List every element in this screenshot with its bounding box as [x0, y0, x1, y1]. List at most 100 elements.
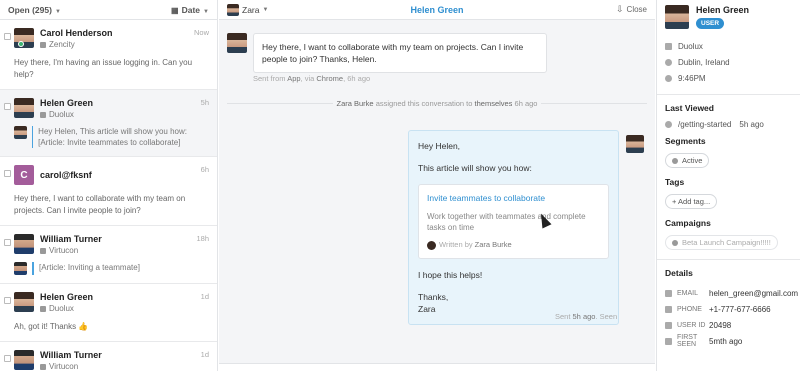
select-checkbox[interactable]	[4, 103, 11, 110]
globe-icon	[665, 121, 672, 128]
conversation-thread: Zara ▼ Helen Green ⇩ Close Hey there, I …	[219, 0, 655, 371]
detail-first-seen: 5mth ago	[709, 336, 743, 346]
conversation-name: Helen Green	[40, 292, 94, 302]
reply-meta-status: . Seen	[595, 312, 618, 321]
conversation-header: Zara ▼ Helen Green ⇩ Close	[219, 0, 655, 20]
detail-email[interactable]: helen_green@gmail.com	[709, 289, 798, 298]
incoming-message: Hey there, I want to collaborate with my…	[227, 33, 547, 73]
profile-name[interactable]: Helen Green	[696, 5, 749, 15]
profile-avatar	[665, 5, 689, 29]
select-checkbox[interactable]	[4, 239, 11, 246]
incoming-message-meta: Sent from App, via Chrome, 6h ago	[253, 74, 370, 83]
conversation-preview: Hey there, I'm having an issue logging i…	[14, 58, 193, 79]
email-icon	[665, 289, 672, 297]
segment-label: Active	[682, 156, 703, 165]
assignee-name: Zara	[242, 4, 260, 15]
campaign-label: Beta Launch Campaign!!!!!	[682, 238, 771, 247]
assignee-dropdown[interactable]: Zara ▼	[227, 3, 269, 16]
detail-label: EMAIL	[677, 289, 699, 297]
select-checkbox[interactable]	[4, 33, 11, 40]
article-card[interactable]: Invite teammates to collaborate Work tog…	[418, 184, 609, 259]
conversation-company: Virtucon	[49, 246, 79, 255]
building-icon	[40, 111, 46, 118]
calendar-icon: ▦	[171, 5, 179, 15]
detail-phone[interactable]: +1-777-677-6666	[709, 305, 771, 314]
detail-user-id: 20498	[709, 320, 732, 330]
conversation-time: 5h	[200, 98, 209, 107]
conversation-preview: Hey there, I want to collaborate with my…	[14, 194, 186, 215]
article-author: Written by Zara Burke	[427, 239, 600, 251]
phone-icon	[665, 305, 672, 313]
avatar	[14, 28, 34, 48]
assignment-action: assigned this conversation to	[373, 99, 475, 108]
details-heading: Details	[665, 268, 693, 278]
segment-pill[interactable]: Active	[665, 153, 710, 168]
conversation-item[interactable]: Carol Henderson Zencity Now Hey there, I…	[0, 20, 217, 90]
quote-text: [Article: Inviting a teammate]	[39, 263, 140, 272]
chevron-down-icon: ▼	[54, 8, 61, 15]
status-filter[interactable]: Open (295) ▼	[8, 5, 61, 15]
avatar	[14, 234, 34, 254]
reply-greeting: Hey Helen,	[418, 141, 461, 151]
select-checkbox[interactable]	[4, 297, 11, 304]
chevron-down-icon: ▼	[262, 6, 269, 13]
conversation-name: William Turner	[40, 350, 102, 360]
quote-text: Hey Helen, This article will show you ho…	[38, 127, 187, 147]
conversation-item[interactable]: William Turner Virtucon 1d	[0, 342, 217, 371]
conversation-time: 1d	[200, 292, 209, 301]
detail-label: USER ID	[677, 321, 706, 329]
conversation-list: Open (295) ▼ ▦ Date ▼ Carol Henderson Zenci…	[0, 0, 218, 371]
conversation-item[interactable]: Helen Green Duolux 1d Ah, got it! Thanks…	[0, 284, 217, 342]
reply-message: Hey Helen, This article will show you ho…	[408, 130, 619, 325]
reply-closing: I hope this helps!	[418, 270, 483, 280]
last-viewed-heading: Last Viewed	[665, 103, 714, 113]
reply-quote: [Article: Inviting a teammate]	[14, 262, 209, 275]
conversation-company: Virtucon	[49, 362, 79, 371]
building-icon	[40, 363, 46, 370]
campaign-icon	[672, 239, 678, 246]
assignment-target: themselves	[474, 99, 513, 108]
add-tag-button[interactable]: + Add tag...	[665, 194, 718, 209]
avatar	[14, 292, 34, 312]
last-viewed-page: /getting-started	[678, 120, 732, 129]
conversation-item-selected[interactable]: Helen Green Duolux 5h Hey Helen, This ar…	[0, 90, 217, 157]
assignee-avatar	[227, 3, 239, 16]
conversation-time: Now	[193, 28, 209, 37]
last-viewed-time: 5h ago	[739, 120, 764, 129]
select-checkbox[interactable]	[4, 170, 11, 177]
divider	[657, 259, 800, 260]
location-icon	[665, 58, 672, 66]
article-title-link[interactable]: Invite teammates to collaborate	[427, 192, 600, 204]
segment-icon	[672, 157, 678, 164]
campaign-pill[interactable]: Beta Launch Campaign!!!!!	[665, 235, 778, 250]
meta-app: App	[287, 74, 301, 83]
conversation-time: 18h	[196, 234, 209, 243]
assignment-time: 6h ago	[512, 99, 538, 108]
online-indicator	[18, 41, 24, 47]
reply-meta: Sent 5h ago. Seen	[555, 312, 617, 321]
chevron-down-icon: ▼	[203, 8, 209, 15]
author-prefix: Written by	[439, 240, 473, 249]
status-filter-label: Open (295)	[8, 4, 52, 15]
close-conversation-button[interactable]: ⇩ Close	[616, 4, 647, 15]
conversation-name: Carol Henderson	[40, 28, 113, 38]
conversation-item[interactable]: William Turner Virtucon 18h [Article: In…	[0, 226, 217, 284]
reply-quote: Hey Helen, This article will show you ho…	[14, 126, 209, 148]
profile-location: Dublin, Ireland	[678, 57, 730, 67]
tags-heading: Tags	[665, 177, 685, 187]
profile-company[interactable]: Duolux	[678, 42, 703, 51]
conversation-item[interactable]: C carol@fksnf 6h Hey there, I want to co…	[0, 157, 217, 226]
assignment-event: Zara Burke assigned this conversation to…	[219, 99, 655, 108]
meta-browser: Chrome	[316, 74, 344, 83]
select-checkbox[interactable]	[4, 355, 11, 362]
avatar-initial: C	[20, 169, 28, 181]
reply-composer[interactable]	[219, 363, 655, 371]
calendar-icon	[665, 337, 672, 345]
avatar: C	[14, 165, 34, 185]
sort-dropdown[interactable]: ▦ Date ▼	[171, 5, 209, 15]
avatar	[14, 98, 34, 118]
agent-avatar	[14, 262, 27, 275]
conversation-time: 1d	[200, 350, 209, 359]
conversation-company: Duolux	[49, 110, 74, 119]
quote-bar	[32, 126, 34, 148]
